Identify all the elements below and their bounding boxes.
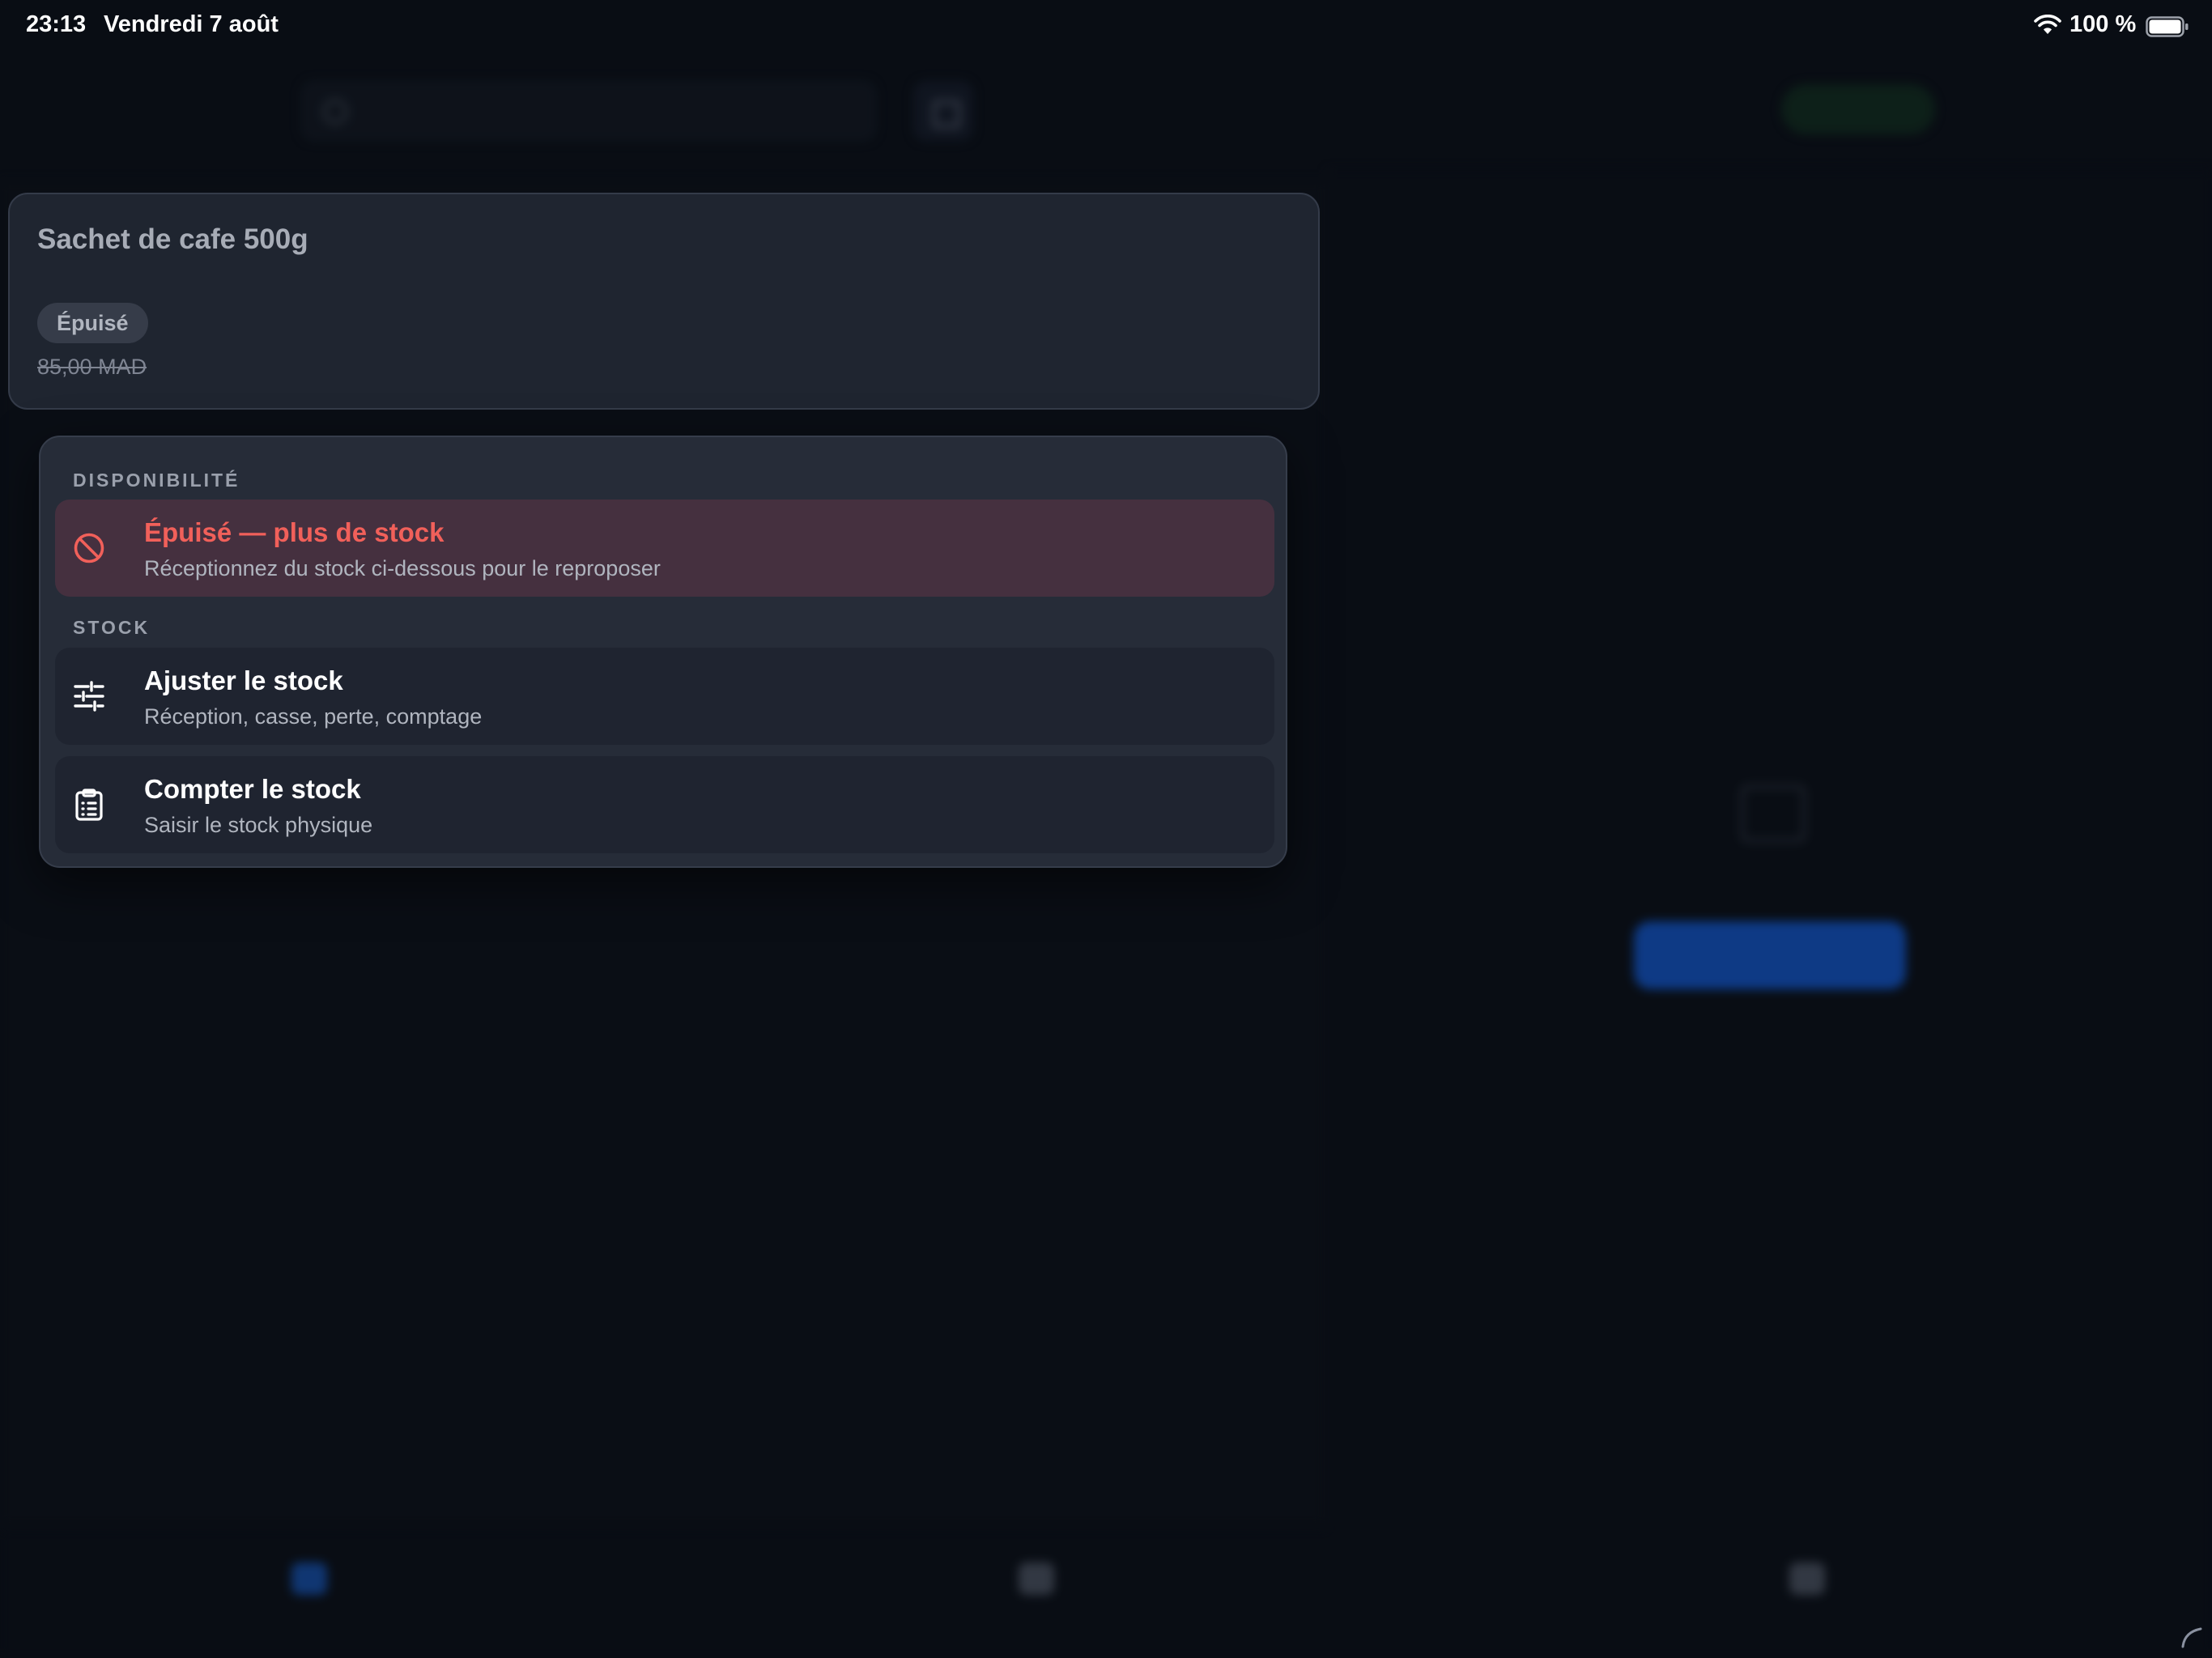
battery-percentage: 100 % [2069,11,2137,37]
menu-item-subtitle: Réceptionnez du stock ci-dessous pour le… [144,556,661,580]
status-date: Vendredi 7 août [104,11,279,37]
status-time: 23:13 [26,11,87,37]
prohibited-icon [74,533,104,563]
menu-item-adjust-stock[interactable]: Ajuster le stock Réception, casse, perte… [55,648,1274,745]
menu-item-subtitle: Réception, casse, perte, comptage [144,704,483,729]
out-of-stock-badge: Épuisé [37,303,148,343]
product-preview-card: Sachet de cafe 500g Épuisé 85,00 MAD [8,193,1320,410]
menu-item-count-stock[interactable]: Compter le stock Saisir le stock physiqu… [55,756,1274,853]
menu-item-title: Épuisé — plus de stock [144,517,445,547]
menu-item-subtitle: Saisir le stock physique [144,813,373,837]
status-bar: 23:13 Vendredi 7 août 100 % [0,0,2212,52]
section-label-stock: STOCK [73,617,151,638]
wifi-icon [2034,15,2061,34]
product-name: Sachet de cafe 500g [37,223,308,255]
clipboard-list-icon [75,789,103,821]
product-context-menu: DISPONIBILITÉ Épuisé — plus de stock Réc… [39,436,1287,868]
sliders-icon [74,681,104,712]
menu-item-title: Ajuster le stock [144,665,343,695]
menu-item-out-of-stock[interactable]: Épuisé — plus de stock Réceptionnez du s… [55,500,1274,597]
menu-item-title: Compter le stock [144,774,361,804]
resize-corner-icon [2181,1627,2202,1648]
product-price: 85,00 MAD [37,355,147,379]
section-label-availability: DISPONIBILITÉ [73,470,240,491]
battery-full-icon [2146,16,2189,37]
